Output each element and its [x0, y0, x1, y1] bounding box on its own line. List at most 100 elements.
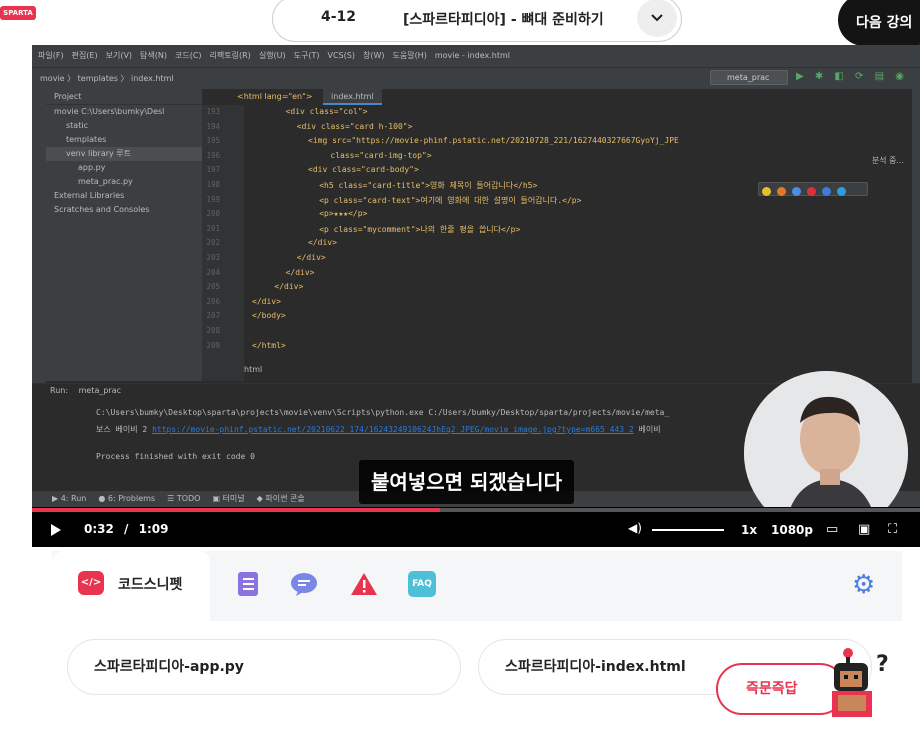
firefox-icon: [777, 187, 786, 196]
captions-icon[interactable]: ▭: [826, 522, 838, 537]
current-time: 0:32: [84, 522, 114, 536]
code-line: <h5 class="card-title">영화 제목이 들어갑니다</h5>: [319, 181, 538, 190]
code-line: <div class="card h-100">: [296, 121, 413, 131]
ide-menu-item: movie - index.html: [434, 51, 511, 60]
line-number: 200: [206, 209, 220, 219]
ide-menu-item: 리팩토링(R): [209, 51, 251, 60]
ide-menu-bar: 파일(F) 편집(E) 보기(V) 탐색(N) 코드(C) 리팩토링(R) 실행(U) 도구(…: [32, 45, 920, 67]
project-tree-item: meta_prac.py: [78, 177, 133, 186]
line-number: 206: [206, 296, 220, 306]
code-line: </div>: [296, 253, 326, 262]
project-panel: Project movie C:\Users\bumky\Desl static t…: [46, 89, 202, 381]
chevron-down-icon: [651, 14, 663, 22]
ide-left-toolstrip: [32, 89, 46, 389]
editor-tab-prefix: <html lang="en">: [237, 92, 313, 101]
snippet-panel: </> 코드스니펫 FAQ ⚙ 스파르타피디아-app.py 스파르타피디아-i…: [52, 551, 902, 745]
opera-icon: [807, 187, 816, 196]
run-tab: meta_prac: [78, 386, 122, 395]
video-time: 0:32 / 1:09: [84, 522, 168, 536]
tab-code-snippet-label: 코드스니펫: [118, 577, 183, 593]
run-config-select: meta_prac: [710, 70, 788, 85]
panel-tabs: </> 코드스니펫 FAQ ⚙: [52, 551, 902, 621]
play-icon[interactable]: [50, 523, 62, 537]
line-number: 196: [206, 150, 220, 160]
edge-icon: [837, 187, 846, 196]
line-number: 194: [206, 121, 220, 131]
checklist-icon[interactable]: [234, 571, 262, 597]
editor-tab-index: index.html: [323, 89, 382, 105]
line-number: 199: [206, 194, 220, 204]
line-number: 207: [206, 311, 220, 321]
line-number: 202: [206, 238, 220, 248]
project-tree-item: venv library 루트: [46, 147, 202, 161]
volume-icon[interactable]: ◀): [628, 521, 642, 535]
sparta-logo[interactable]: SPARTA: [0, 6, 36, 20]
code-line: <img src="https://movie-phinf.pstatic.ne…: [308, 136, 679, 146]
video-player[interactable]: 파일(F) 편집(E) 보기(V) 탐색(N) 코드(C) 리팩토링(R) 실행(U) 도구(…: [32, 45, 920, 547]
code-line: </div>: [308, 238, 337, 248]
project-tree-item: templates: [66, 135, 107, 144]
code-line: </div>: [252, 296, 281, 306]
run-output-line: C:\Users\bumky\Desktop\sparta\projects\m…: [96, 408, 670, 417]
safari-icon: [792, 187, 801, 196]
line-number-gutter: 193 194 195 196 197 198 199 200 201 202 203 204 205 2…: [202, 105, 244, 381]
code-line: <p>★★★</p>: [319, 209, 368, 219]
ide-menu-item: 파일(F): [38, 51, 64, 60]
line-number: 197: [206, 165, 220, 175]
video-controls: 0:32 / 1:09 ◀) 1x 1080p ▭ ▣ ⛶: [32, 507, 920, 547]
picture-in-picture-icon[interactable]: ▣: [858, 522, 870, 537]
code-line: </div>: [274, 282, 304, 292]
chrome-icon: [762, 187, 771, 196]
statusbar-item: ● 6: Problems: [98, 494, 156, 503]
quality-button[interactable]: 1080p: [771, 523, 813, 537]
line-number: 203: [206, 253, 220, 262]
code-line: <div class="card-body">: [308, 165, 419, 175]
project-tree-item: Scratches and Consoles: [54, 205, 150, 214]
ide-menu-item: 보기(V): [105, 51, 133, 60]
ide-menu-item: 도구(T): [293, 51, 320, 60]
settings-gear-icon[interactable]: ⚙: [852, 570, 882, 600]
analysis-status: 분석 중...: [871, 156, 904, 165]
project-tree-item: movie C:\Users\bumky\Desl: [54, 107, 165, 116]
ide-right-toolstrip: [912, 89, 920, 389]
run-output-line: Process finished with exit code 0: [96, 452, 255, 461]
run-output-suffix: 베이비: [633, 425, 661, 434]
code-line: <p class="mycomment">나의 한줄 평을 씁니다</p>: [319, 224, 521, 234]
statusbar-item: ☰ TODO: [167, 494, 201, 503]
tab-code-snippet[interactable]: </> 코드스니펫: [52, 551, 210, 621]
line-number: 209: [206, 340, 220, 350]
line-number: 195: [206, 136, 220, 146]
lesson-dropdown-button[interactable]: [637, 0, 677, 37]
line-number: 193: [206, 107, 220, 116]
video-progress-bar[interactable]: [32, 508, 920, 512]
next-lecture-button[interactable]: 다음 강의: [838, 0, 920, 46]
line-number: 198: [206, 180, 220, 189]
playback-speed-button[interactable]: 1x: [741, 523, 757, 537]
duration: 1:09: [138, 522, 169, 536]
run-label: Run:: [50, 386, 69, 395]
svg-text:?: ?: [876, 652, 889, 677]
run-output-line: 보스 베이비 2 https://movie-phinf.pstatic.net…: [96, 424, 661, 435]
lesson-number: 4-12: [321, 9, 357, 25]
run-toolbar-icons: ▶ ✱ ◧ ⟳ ▤ ◉: [796, 71, 908, 82]
fullscreen-icon[interactable]: ⛶: [888, 522, 897, 537]
run-output-text: 보스 베이비 2: [96, 425, 153, 434]
code-line: </html>: [252, 340, 286, 350]
video-subtitle: 붙여넣으면 되겠습니다: [359, 460, 574, 504]
code-icon: </>: [78, 571, 104, 595]
line-number: 208: [206, 326, 220, 335]
code-editor: <html lang="en"> index.html 193 194 195 196…: [202, 89, 914, 381]
ide-menu-item: 코드(C): [175, 51, 202, 60]
snippet-app-py[interactable]: 스파르타피디아-app.py: [67, 639, 461, 695]
ide-menu-item: 실행(U): [258, 51, 286, 60]
code-line: <p class="card-text">여기에 영화에 대한 설명이 들어갑니…: [319, 195, 582, 205]
editor-tabs: <html lang="en"> index.html: [237, 89, 384, 105]
ide-menu-item: VCS(S): [327, 51, 355, 60]
faq-icon[interactable]: FAQ: [408, 571, 436, 597]
lesson-selector[interactable]: 4-12 [스파르타피디아] - 뼈대 준비하기: [272, 0, 682, 42]
chat-icon[interactable]: [290, 571, 318, 597]
volume-slider[interactable]: [652, 529, 724, 531]
code-line: </body>: [252, 311, 286, 321]
warning-icon[interactable]: [350, 571, 378, 597]
ie-icon: [822, 187, 831, 196]
